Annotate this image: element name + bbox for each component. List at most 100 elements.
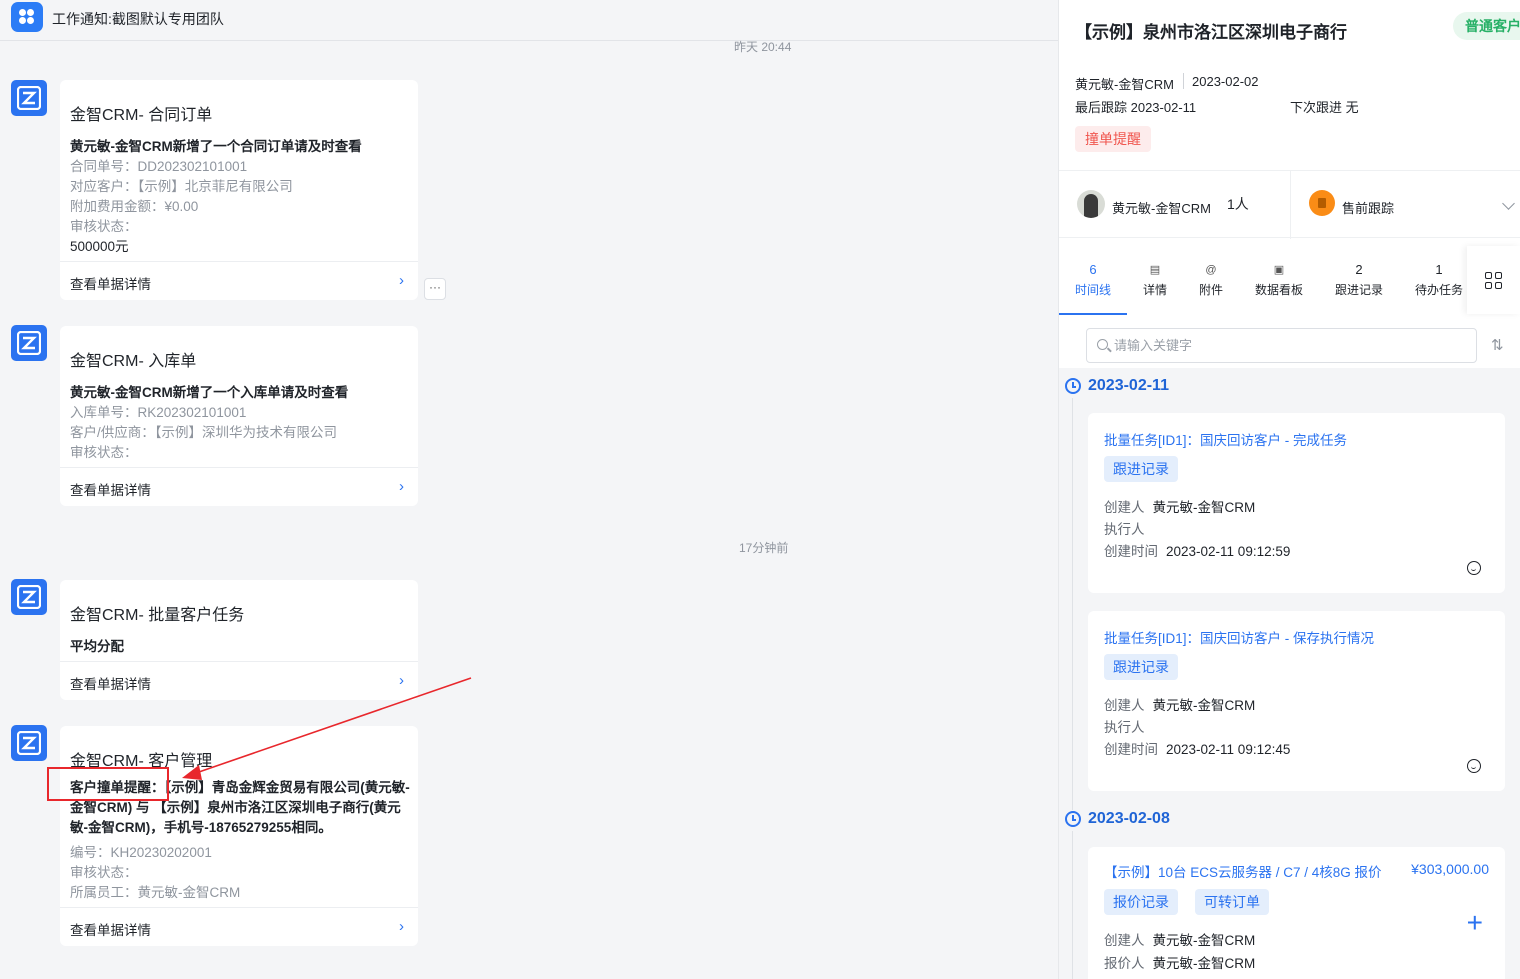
created-time-field: 创建时间 2023-02-11 09:12:59 [1104,540,1290,560]
executor-field: 执行人 [1104,716,1153,736]
customer-type-badge: 普通客户 [1453,12,1520,40]
creator-field: 创建人 黄元敏-金智CRM [1104,694,1255,714]
highlight-box [47,767,169,801]
view-detail-link[interactable]: 查看单据详情 › [60,907,418,946]
chat-title: 工作通知:截图默认专用团队 [52,11,224,27]
timeline-card[interactable]: 批量任务[ID1]：国庆回访客户 - 保存执行情况 跟进记录 创建人 黄元敏-金智… [1088,611,1505,791]
tab-count: 2 [1355,262,1363,277]
field-key: 创建人 [1104,500,1145,515]
last-follow: 最后跟踪 2023-02-11 [1075,100,1197,115]
view-detail-link[interactable]: 查看单据详情 › [60,261,418,300]
card-field: 编号：KH20230202001 [70,845,212,860]
bot-avatar[interactable] [11,325,47,361]
field-value: 2023-02-11 09:12:59 [1166,544,1291,559]
owner-count[interactable]: 1人 [1227,194,1249,214]
timeline-date: 2023-02-11 [1088,377,1169,394]
convertible-order-tag: 可转订单 [1195,889,1269,915]
timestamp: 17分钟前 [739,541,789,555]
card-field: 入库单号：RK202302101001 [70,405,247,420]
document-icon: ▤ [1149,264,1161,276]
stage-label[interactable]: 售前跟踪 [1342,198,1394,217]
card-field: 审核状态： [70,445,138,460]
timeline-date: 2023-02-08 [1088,810,1170,827]
tab-label: 跟进记录 [1334,283,1383,297]
sort-icon[interactable]: ⇅ [1491,336,1504,354]
chevron-right-icon: › [399,918,404,935]
timeline-line [1072,831,1073,979]
view-detail-label: 查看单据详情 [70,483,151,498]
search-input[interactable] [1114,329,1464,362]
customer-name: 【示例】泉州市洛江区深圳电子商行 [1075,23,1347,42]
app-grid-icon[interactable] [11,2,43,32]
tab-details[interactable]: ▤ 详情 [1127,245,1183,315]
tab-count: 6 [1089,262,1097,277]
timeline-card[interactable]: 批量任务[ID1]：国庆回访客户 - 完成任务 跟进记录 创建人 黄元敏-金智CR… [1088,413,1505,593]
view-detail-label: 查看单据详情 [70,677,151,692]
card-field: 客户/供应商：【示例】深圳华为技术有限公司 [70,425,338,440]
tab-label: 附件 [1198,283,1223,297]
duplicate-warning-tag[interactable]: 撞单提醒 [1075,126,1151,152]
comment-icon[interactable] [1467,759,1481,773]
more-options-button[interactable]: ··· [424,278,446,300]
chevron-right-icon: › [399,272,404,289]
owner-stage-row: 黄元敏-金智CRM 1人 售前跟踪 [1059,170,1520,239]
card-field: 附加费用金额：¥0.00 [70,199,199,214]
record-type-tag: 跟进记录 [1104,654,1178,680]
timeline-title-link[interactable]: 批量任务[ID1]：国庆回访客户 - 保存执行情况 [1104,627,1374,647]
created-time-field: 创建时间 2023-02-11 09:12:45 [1104,738,1290,758]
chevron-right-icon: › [399,672,404,689]
bot-avatar[interactable] [11,579,47,615]
view-detail-label: 查看单据详情 [70,923,151,938]
tab-attachments[interactable]: @ 附件 [1183,245,1239,315]
comment-icon[interactable] [1467,561,1481,575]
bot-avatar[interactable] [11,80,47,116]
creator-field: 创建人 黄元敏-金智CRM [1104,496,1255,516]
card-headline: 黄元敏-金智CRM新增了一个合同订单请及时查看 [70,139,362,154]
message-card: 金智CRM- 批量客户任务 平均分配 查看单据详情 › [60,580,418,700]
message-card: 金智CRM- 合同订单 黄元敏-金智CRM新增了一个合同订单请及时查看 合同单号… [60,80,418,300]
divider [1290,171,1291,239]
tab-timeline[interactable]: 6 时间线 [1059,245,1127,315]
tab-dashboard[interactable]: ▣ 数据看板 [1239,245,1319,315]
view-detail-link[interactable]: 查看单据详情 › [60,661,418,700]
owner-avatar[interactable] [1077,190,1105,218]
timestamp: 昨天 20:44 [734,40,792,54]
card-title: 金智CRM- 批量客户任务 [70,607,245,624]
owner-name: 黄元敏-金智CRM [1112,201,1211,216]
card-title: 金智CRM- 入库单 [70,353,197,370]
more-tabs-grid-icon[interactable] [1467,246,1520,314]
record-type-tag: 报价记录 [1104,889,1178,915]
view-detail-link[interactable]: 查看单据详情 › [60,467,418,506]
timeline-title-link[interactable]: 【示例】10台 ECS云服务器 / C7 / 4核8G 报价 [1104,861,1382,881]
tab-follow-records[interactable]: 2 跟进记录 [1319,245,1399,315]
timeline-card[interactable]: 【示例】10台 ECS云服务器 / C7 / 4核8G 报价 ¥303,000.… [1088,847,1505,979]
field-value: 黄元敏-金智CRM [1152,933,1256,948]
clock-icon [1065,811,1081,827]
tab-label: 详情 [1142,283,1167,297]
record-type-tag: 跟进记录 [1104,456,1178,482]
dashboard-icon: ▣ [1273,264,1285,276]
add-icon[interactable]: + [1467,909,1483,937]
card-field: 所属员工：黄元敏-金智CRM [70,885,241,900]
clock-icon [1065,378,1081,394]
creator-field: 创建人 黄元敏-金智CRM [1104,929,1255,949]
field-value: 2023-02-11 09:12:45 [1166,742,1291,757]
meta-divider [1183,73,1184,89]
quote-amount: ¥303,000.00 [1411,861,1489,877]
chevron-down-icon[interactable] [1502,197,1515,210]
tab-label: 数据看板 [1254,283,1303,297]
customer-detail-panel: 【示例】泉州市洛江区深圳电子商行 普通客户 黄元敏-金智CRM 2023-02-… [1058,0,1520,979]
field-key: 创建人 [1104,933,1145,948]
stage-icon [1309,190,1335,216]
view-detail-label: 查看单据详情 [70,277,151,292]
bot-avatar[interactable] [11,725,47,761]
quoter-field: 报价人 黄元敏-金智CRM [1104,952,1255,972]
card-headline: 平均分配 [70,639,124,654]
message-card: 金智CRM- 入库单 黄元敏-金智CRM新增了一个入库单请及时查看 入库单号：R… [60,326,418,506]
search-icon [1097,339,1108,350]
search-box [1086,328,1477,363]
field-key: 执行人 [1104,720,1145,735]
field-key: 创建人 [1104,698,1145,713]
timeline-line [1072,398,1073,810]
timeline-title-link[interactable]: 批量任务[ID1]：国庆回访客户 - 完成任务 [1104,429,1347,449]
